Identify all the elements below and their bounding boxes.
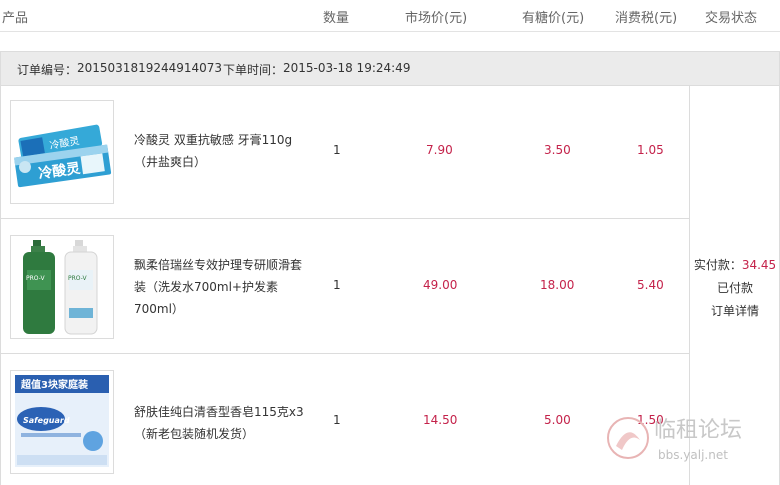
forum-watermark: 临租论坛 bbs.yalj.net (606, 410, 766, 470)
table-row: PRO-V PRO-V 飘柔倍瑞丝专效护理专研顺滑套装（洗发水700ml+护发素… (1, 219, 689, 354)
soap-brand: Safeguard (23, 416, 70, 425)
header-qty: 数量 (323, 11, 350, 26)
shampoo-brand-green: PRO-V (26, 275, 45, 282)
quantity: 1 (333, 413, 341, 427)
product-name[interactable]: 飘柔倍瑞丝专效护理专研顺滑套装（洗发水700ml+护发素700ml） (134, 254, 304, 320)
member-price: 5.00 (544, 413, 571, 427)
order-number-label: 订单编号： (17, 63, 78, 77)
order-time-label: 下单时间： (223, 63, 284, 77)
header-tax: 消费税(元) (615, 11, 678, 26)
shampoo-set-image[interactable]: PRO-V PRO-V (10, 235, 114, 339)
toothpaste-image[interactable]: 冷酸灵 冷酸灵 (10, 100, 114, 204)
table-header: 产品 数量 市场价(元) 有糖价(元) 消费税(元) 交易状态 (0, 0, 780, 32)
watermark-name: 临租论坛 (654, 418, 743, 443)
order-time: 2015-03-18 19:24:49 (283, 61, 411, 75)
status-badge: 已付款 (716, 281, 753, 295)
watermark-url: bbs.yalj.net (658, 448, 728, 462)
tax: 5.40 (637, 278, 664, 292)
member-price: 18.00 (540, 278, 575, 292)
paid-amount-line: 实付款：34.45 (690, 256, 780, 273)
quantity: 1 (333, 278, 341, 292)
table-row: 超值3块家庭装 Safeguard 舒肤佳纯白清香型香皂115克x3（新老包装随… (1, 354, 689, 485)
order-info-bar: 订单编号： 2015031819244914073 下单时间： 2015-03-… (0, 51, 780, 86)
paid-label: 实付款： (693, 258, 742, 272)
tax: 1.05 (637, 143, 664, 157)
table-row: 冷酸灵 冷酸灵 冷酸灵 双重抗敏感 牙膏110g （井盐爽白） 1 7.90 3… (1, 85, 689, 219)
product-name[interactable]: 冷酸灵 双重抗敏感 牙膏110g （井盐爽白） (134, 129, 304, 173)
soap-pack-image[interactable]: 超值3块家庭装 Safeguard (10, 370, 114, 474)
product-name[interactable]: 舒肤佳纯白清香型香皂115克x3（新老包装随机发货） (134, 401, 304, 445)
paid-amount: 34.45 (741, 258, 777, 272)
header-member-price: 有糖价(元) (522, 11, 585, 26)
header-status: 交易状态 (705, 11, 758, 26)
header-product: 产品 (2, 11, 29, 26)
quantity: 1 (333, 143, 341, 157)
header-market-price: 市场价(元) (405, 11, 468, 26)
shampoo-brand-white: PRO-V (68, 275, 87, 282)
order-number: 2015031819244914073 (77, 61, 223, 75)
market-price: 7.90 (426, 143, 453, 157)
member-price: 3.50 (544, 143, 571, 157)
order-detail-link[interactable]: 订单详情 (690, 302, 780, 319)
soap-banner: 超值3块家庭装 (20, 378, 88, 391)
market-price: 14.50 (423, 413, 458, 427)
market-price: 49.00 (423, 278, 458, 292)
